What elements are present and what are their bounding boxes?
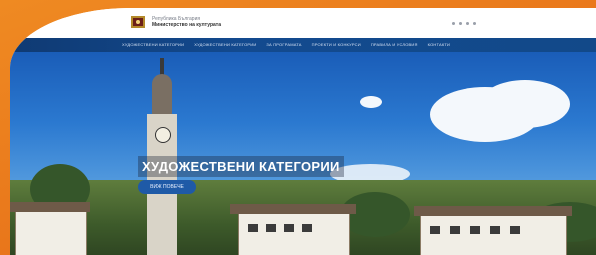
social-icon[interactable] [459, 22, 462, 25]
tree [340, 192, 410, 237]
nav-item[interactable]: ПРОЕКТИ И КОНКУРСИ [312, 42, 361, 48]
social-icon[interactable] [452, 22, 455, 25]
roof [10, 202, 90, 212]
org-line-2: Министерство на културата [152, 22, 222, 28]
cloud [480, 80, 570, 128]
window [430, 226, 440, 234]
house [15, 210, 87, 255]
window [248, 224, 258, 232]
organization-name[interactable]: Република България Министерство на култу… [152, 16, 221, 28]
house [238, 212, 350, 255]
nav-item[interactable]: ХУДОЖЕСТВЕНИ КАТЕГОРИИ [194, 42, 256, 48]
window [510, 226, 520, 234]
clock-tower-top [152, 74, 172, 118]
main-navigation: ХУДОЖЕСТВЕНИ КАТЕГОРИИ ХУДОЖЕСТВЕНИ КАТЕ… [10, 38, 596, 52]
window [470, 226, 480, 234]
hero-title: ХУДОЖЕСТВЕНИ КАТЕГОРИИ [138, 156, 344, 177]
header-bar: Република България Министерство на култу… [10, 8, 596, 38]
hero-banner: ХУДОЖЕСТВЕНИ КАТЕГОРИИ ВИЖ ПОВЕЧЕ [10, 52, 596, 255]
cloud [360, 96, 382, 108]
window [490, 226, 500, 234]
nav-item[interactable]: ХУДОЖЕСТВЕНИ КАТЕГОРИИ [122, 42, 184, 48]
website-screenshot: Република България Министерство на култу… [10, 8, 596, 255]
social-icons [452, 22, 476, 25]
nav-item[interactable]: КОНТАКТИ [428, 42, 451, 48]
clock-face [155, 127, 171, 143]
window [302, 224, 312, 232]
house [420, 214, 567, 255]
social-icon[interactable] [473, 22, 476, 25]
window [266, 224, 276, 232]
nav-item[interactable]: ЗА ПРОГРАМАТА [266, 42, 301, 48]
see-more-button[interactable]: ВИЖ ПОВЕЧЕ [138, 180, 196, 194]
roof [414, 206, 572, 216]
nav-item[interactable]: ПРАВИЛА И УСЛОВИЯ [371, 42, 418, 48]
window [450, 226, 460, 234]
social-icon[interactable] [466, 22, 469, 25]
coat-of-arms-icon[interactable] [128, 14, 148, 32]
window [284, 224, 294, 232]
page-frame: Република България Министерство на култу… [0, 0, 596, 255]
nav-items: ХУДОЖЕСТВЕНИ КАТЕГОРИИ ХУДОЖЕСТВЕНИ КАТЕ… [122, 42, 450, 48]
roof [230, 204, 356, 214]
